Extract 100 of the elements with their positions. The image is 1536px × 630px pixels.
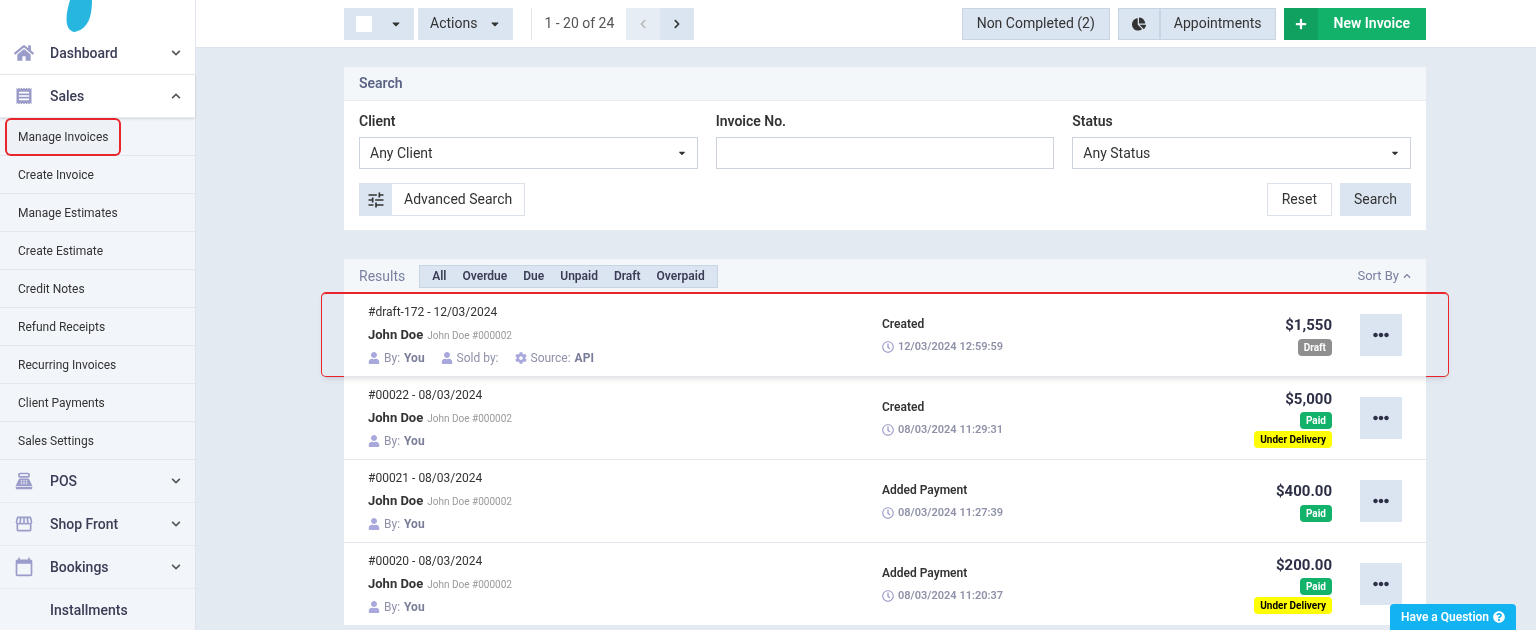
- activity-time: 08/03/2024 11:29:31: [898, 421, 1004, 438]
- more-options-button[interactable]: [1360, 563, 1402, 605]
- panel-title: Results: [359, 266, 406, 286]
- status-badge: Under Delivery: [1254, 431, 1332, 449]
- created-by-label: By:: [384, 349, 401, 367]
- calendar-icon: [14, 557, 34, 577]
- non-completed-button[interactable]: Non Completed (2): [961, 7, 1110, 40]
- advanced-search-button[interactable]: Advanced Search: [359, 183, 526, 216]
- field-label: Status: [1072, 112, 1114, 131]
- sidebar-item[interactable]: Dashboard: [0, 32, 195, 75]
- sort-button[interactable]: Sort By: [1357, 266, 1411, 286]
- submenu-item[interactable]: Client Payments: [7, 385, 116, 420]
- home-icon: [14, 43, 34, 63]
- clock-icon: [882, 507, 894, 519]
- activity-text: Added Payment: [882, 481, 969, 499]
- invoice-number: #00021 - 08/03/2024: [368, 470, 484, 488]
- created-by-value: You: [404, 598, 425, 616]
- user-icon: [440, 351, 453, 364]
- reset-button[interactable]: Reset: [1266, 183, 1332, 216]
- actions-dropdown[interactable]: Actions: [418, 7, 514, 40]
- invoice-number: #draft-172 - 12/03/2024: [368, 304, 499, 322]
- created-by-label: By:: [384, 515, 401, 533]
- user-icon: [368, 517, 380, 530]
- chevron-down-icon: [171, 476, 181, 486]
- client-name: John Doe: [368, 409, 424, 428]
- chart-button[interactable]: [1117, 7, 1160, 40]
- checkbox[interactable]: [356, 15, 372, 32]
- submenu-item[interactable]: Sales Settings: [7, 423, 105, 458]
- chevron-down-icon: [171, 562, 181, 572]
- activity-time: 08/03/2024 11:20:37: [898, 587, 1004, 604]
- submenu-item[interactable]: Credit Notes: [7, 271, 96, 306]
- pagination-text: 1 - 20 of 24: [544, 14, 615, 33]
- sold-by-label: Sold by:: [456, 349, 499, 367]
- submenu-item[interactable]: Create Invoice: [7, 157, 105, 192]
- invoice-amount: $400.00: [1276, 481, 1332, 503]
- chevron-left-icon: [638, 18, 649, 29]
- status-badge: Paid: [1299, 412, 1332, 430]
- more-options-button[interactable]: [1360, 480, 1402, 522]
- filter-tab[interactable]: All: [424, 267, 455, 285]
- activity-time: 08/03/2024 11:27:39: [898, 504, 1004, 521]
- activity-text: Created: [882, 398, 926, 416]
- status-badge: Under Delivery: [1254, 597, 1332, 615]
- activity-text: Added Payment: [882, 564, 969, 582]
- submenu-item[interactable]: Recurring Invoices: [7, 347, 128, 382]
- status-badge: Paid: [1299, 504, 1332, 522]
- submenu-item[interactable]: Refund Receipts: [7, 309, 117, 344]
- clock-icon: [882, 341, 894, 353]
- filter-tab[interactable]: Unpaid: [552, 267, 606, 285]
- invoice-amount: $200.00: [1276, 554, 1332, 576]
- invoice-number: #00020 - 08/03/2024: [368, 553, 484, 571]
- store-icon: [14, 514, 34, 534]
- gear-icon: [514, 351, 527, 364]
- created-by-value: You: [404, 515, 425, 533]
- chevron-down-icon: [171, 519, 181, 529]
- source-value: API: [574, 349, 594, 367]
- created-by-label: By:: [384, 598, 401, 616]
- submenu-item[interactable]: Manage Estimates: [7, 195, 129, 230]
- question-icon: [1493, 611, 1505, 623]
- status-badge: Paid: [1299, 578, 1332, 596]
- field-label: Client: [359, 112, 397, 131]
- invoice-amount: $1,550: [1285, 315, 1332, 337]
- created-by-value: You: [404, 432, 425, 450]
- field-label: Invoice No.: [715, 112, 788, 131]
- panel-title: Search: [359, 74, 403, 93]
- invoice-number: #00022 - 08/03/2024: [368, 387, 484, 405]
- invoice-amount: $5,000: [1285, 388, 1332, 410]
- filter-tab[interactable]: Draft: [605, 267, 649, 285]
- filter-tab[interactable]: Overpaid: [648, 267, 713, 285]
- clock-icon: [882, 424, 894, 436]
- submenu-item[interactable]: Manage Invoices: [7, 119, 120, 154]
- plus-icon: [1294, 17, 1307, 30]
- receipt-icon: [14, 86, 34, 106]
- more-options-button[interactable]: [1360, 397, 1402, 439]
- invoice-row[interactable]: #00022 - 08/03/2024 John Doe John Doe #000002 By: You Created 08/03/2024 11:29:31 $5,000 Paid Under Delivery: [344, 376, 1426, 459]
- client-reference: John Doe #000002: [427, 578, 512, 593]
- invoice-row[interactable]: #00021 - 08/03/2024 John Doe John Doe #000002 By: You Added Payment 08/03/2024 11:27:39 $400.00 Paid: [344, 459, 1426, 542]
- search-button[interactable]: Search: [1340, 183, 1411, 216]
- client-reference: John Doe #000002: [427, 412, 512, 427]
- activity-text: Created: [882, 315, 926, 333]
- submenu-item[interactable]: Create Estimate: [7, 233, 115, 268]
- user-icon: [368, 434, 380, 447]
- filter-tab[interactable]: Due: [515, 267, 553, 285]
- source-label: Source:: [530, 349, 571, 367]
- filter-tab[interactable]: Overdue: [454, 267, 516, 285]
- appointments-button[interactable]: Appointments: [1159, 7, 1276, 40]
- chevron-down-icon: [171, 48, 181, 58]
- client-reference: John Doe #000002: [427, 495, 512, 510]
- user-icon: [368, 600, 380, 613]
- activity-time: 12/03/2024 12:59:59: [898, 338, 1004, 355]
- status-badge: Draft: [1297, 338, 1332, 356]
- select-field[interactable]: Any Status: [1072, 137, 1411, 169]
- client-name: John Doe: [368, 492, 424, 511]
- clock-icon: [882, 590, 894, 602]
- input-field[interactable]: [715, 137, 1055, 169]
- select-field[interactable]: Any Client: [359, 137, 698, 169]
- invoice-row[interactable]: #draft-172 - 12/03/2024 John Doe John Doe #000002 By: You Sold by: Source: API Created 12/03/2024 12:59:59 $1,550 Draft: [322, 293, 1448, 376]
- client-reference: John Doe #000002: [427, 329, 512, 344]
- client-name: John Doe: [368, 326, 424, 345]
- more-options-button[interactable]: [1360, 314, 1402, 356]
- sidebar-item[interactable]: Sales: [0, 75, 195, 118]
